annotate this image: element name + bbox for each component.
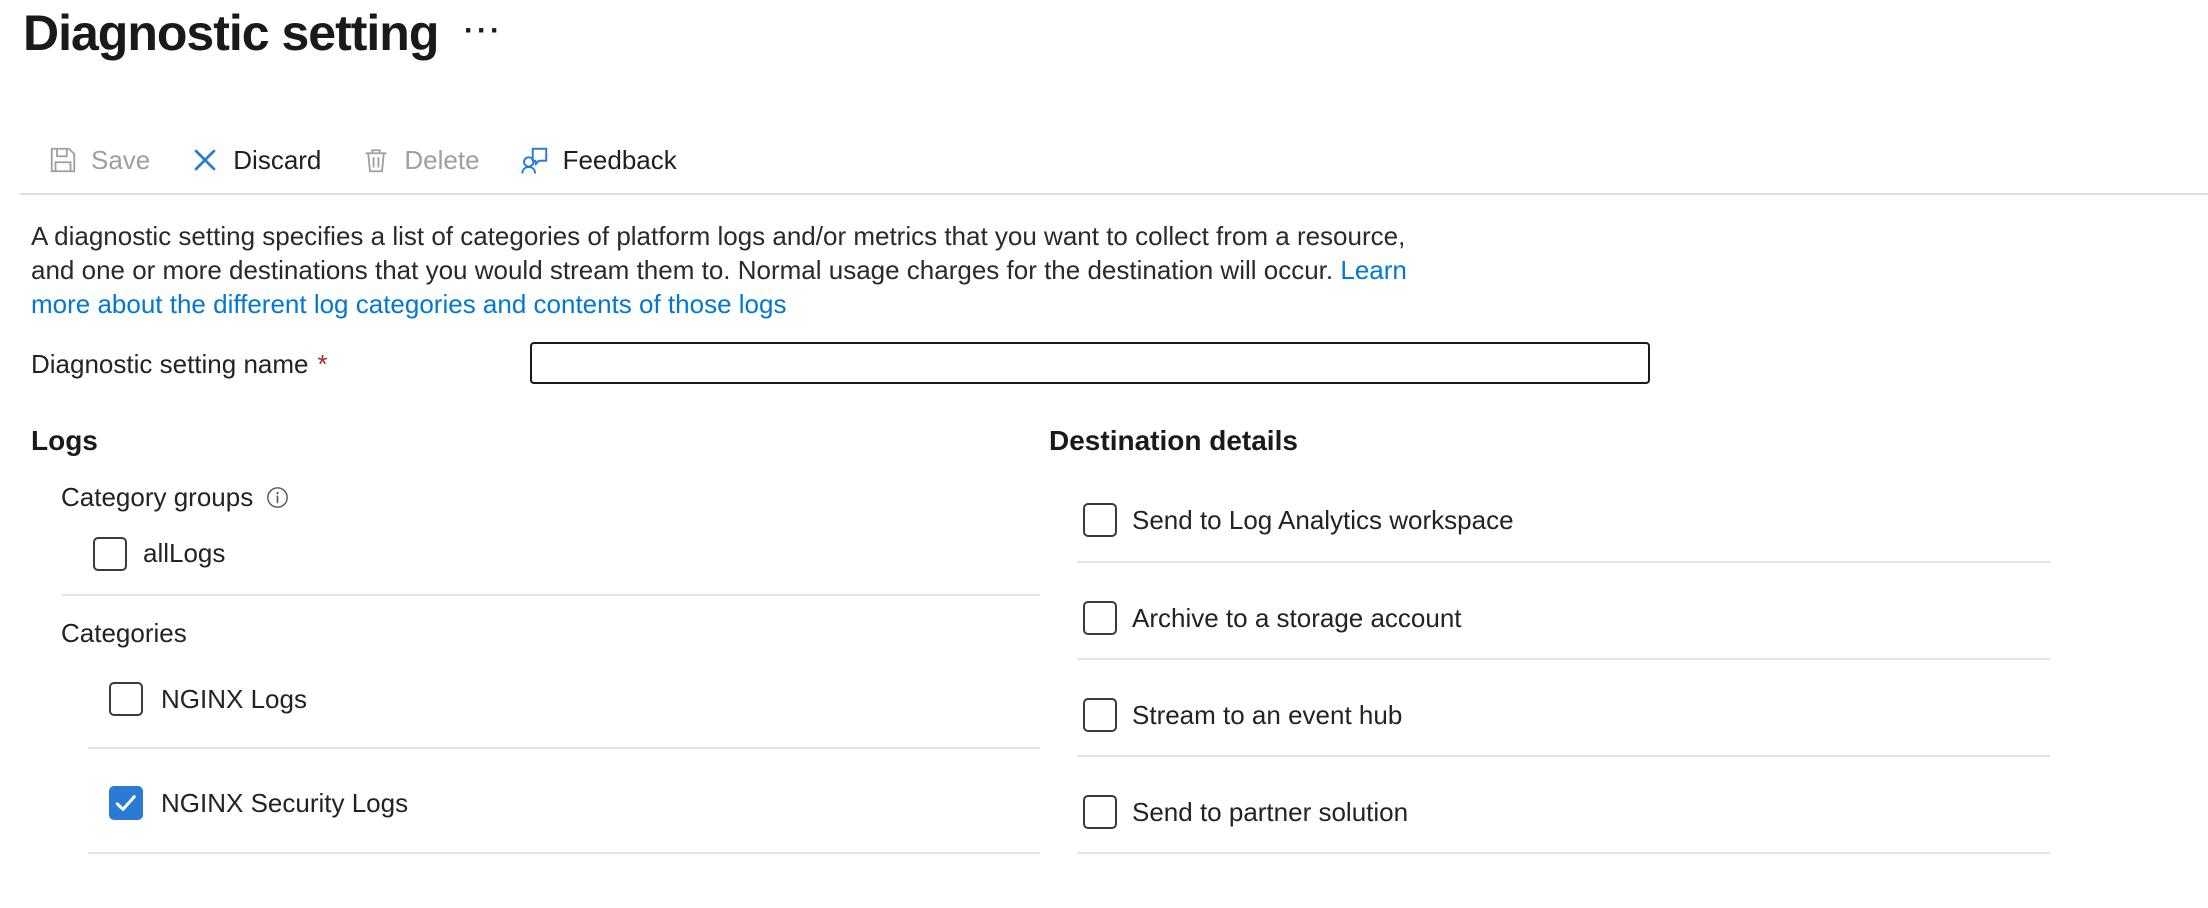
destination-divider-4 — [1077, 852, 2050, 854]
delete-label: Delete — [404, 145, 479, 175]
checkbox-stream-to-event-hub-label[interactable]: Stream to an event hub — [1132, 698, 1402, 732]
discard-label: Discard — [233, 145, 321, 175]
description-line-2: and one or more destinations that you wo… — [31, 253, 1407, 287]
diagnostic-setting-name-input[interactable] — [530, 342, 1650, 384]
feedback-button[interactable]: Feedback — [520, 145, 677, 175]
discard-icon — [190, 145, 220, 175]
logs-divider-top — [62, 594, 1040, 596]
page-description: A diagnostic setting specifies a list of… — [31, 219, 1407, 321]
logs-divider-bottom — [88, 852, 1040, 854]
description-line-3: more about the different log categories … — [31, 287, 1407, 321]
save-label: Save — [91, 145, 150, 175]
checkbox-archive-to-storage-label[interactable]: Archive to a storage account — [1132, 601, 1462, 635]
learn-more-link-continued[interactable]: more about the different log categories … — [31, 289, 786, 319]
required-asterisk: * — [317, 349, 327, 380]
discard-button[interactable]: Discard — [190, 145, 321, 175]
delete-icon — [361, 145, 391, 175]
checkbox-archive-to-storage[interactable] — [1083, 601, 1117, 635]
diagnostic-setting-name-label: Diagnostic setting name * — [31, 342, 328, 386]
destination-divider-3 — [1077, 755, 2050, 757]
checkbox-nginx-security-logs-label[interactable]: NGINX Security Logs — [161, 786, 408, 820]
diagnostic-setting-page: Diagnostic setting ··· Save Discard — [0, 0, 2208, 908]
checkbox-nginx-logs-label[interactable]: NGINX Logs — [161, 682, 307, 716]
categories-label: Categories — [61, 617, 187, 649]
diagnostic-setting-name-text: Diagnostic setting name — [31, 349, 308, 380]
page-title: Diagnostic setting — [23, 4, 438, 62]
more-menu-button[interactable]: ··· — [464, 16, 503, 46]
save-button[interactable]: Save — [48, 145, 150, 175]
command-bar: Save Discard Delete — [48, 136, 677, 184]
destination-details-heading: Destination details — [1049, 424, 1298, 458]
logs-heading: Logs — [31, 424, 98, 458]
checkbox-stream-to-event-hub[interactable] — [1083, 698, 1117, 732]
checkbox-send-to-log-analytics-label[interactable]: Send to Log Analytics workspace — [1132, 503, 1514, 537]
learn-more-link[interactable]: Learn — [1340, 255, 1407, 285]
logs-divider-middle — [88, 747, 1040, 749]
checkbox-nginx-logs[interactable] — [109, 682, 143, 716]
destination-divider-2 — [1077, 658, 2050, 660]
checkbox-send-to-partner-solution[interactable] — [1083, 795, 1117, 829]
description-line-1: A diagnostic setting specifies a list of… — [31, 219, 1407, 253]
toolbar-divider — [20, 193, 2208, 195]
delete-button[interactable]: Delete — [361, 145, 479, 175]
destination-divider-1 — [1077, 561, 2050, 563]
feedback-label: Feedback — [563, 145, 677, 175]
checkbox-send-to-partner-solution-label[interactable]: Send to partner solution — [1132, 795, 1408, 829]
feedback-icon — [520, 145, 550, 175]
checkbox-alllogs-label[interactable]: allLogs — [143, 536, 225, 570]
info-icon[interactable] — [266, 486, 289, 509]
save-icon — [48, 145, 78, 175]
category-groups-label: Category groups — [61, 481, 253, 513]
description-line-2-text: and one or more destinations that you wo… — [31, 255, 1340, 285]
checkbox-send-to-log-analytics[interactable] — [1083, 503, 1117, 537]
checkbox-nginx-security-logs[interactable] — [109, 786, 143, 820]
checkbox-alllogs[interactable] — [93, 537, 127, 571]
